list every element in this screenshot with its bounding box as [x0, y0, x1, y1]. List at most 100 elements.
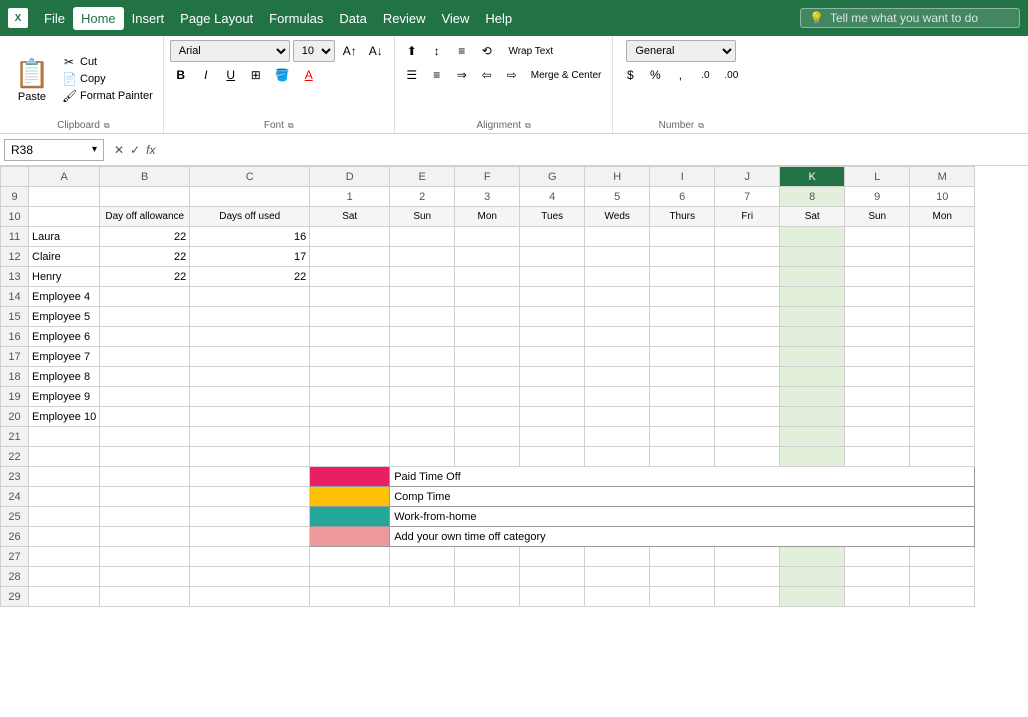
cell-I17[interactable] — [650, 347, 715, 367]
cell-L16[interactable] — [845, 327, 910, 347]
wrap-text-button[interactable]: Wrap Text — [501, 40, 561, 62]
cell-F13[interactable] — [455, 267, 520, 287]
number-expand-icon[interactable]: ⧉ — [698, 121, 704, 131]
cell-B9[interactable] — [100, 187, 190, 207]
cell-E13[interactable] — [390, 267, 455, 287]
cell-G18[interactable] — [520, 367, 585, 387]
cell-H12[interactable] — [585, 247, 650, 267]
cell-A25[interactable] — [29, 507, 100, 527]
cell-M10[interactable]: Mon — [910, 207, 975, 227]
cell-E28[interactable] — [390, 567, 455, 587]
cell-H20[interactable] — [585, 407, 650, 427]
cell-J10[interactable]: Fri — [715, 207, 780, 227]
cell-F20[interactable] — [455, 407, 520, 427]
cell-C19[interactable] — [190, 387, 310, 407]
cell-M27[interactable] — [910, 547, 975, 567]
cell-A27[interactable] — [29, 547, 100, 567]
cell-C28[interactable] — [190, 567, 310, 587]
cell-B19[interactable] — [100, 387, 190, 407]
copy-button[interactable]: 📄 Copy — [58, 71, 157, 87]
cell-M19[interactable] — [910, 387, 975, 407]
cell-L9[interactable]: 9 — [845, 187, 910, 207]
decrease-indent-button[interactable]: ⇦ — [476, 64, 498, 86]
cell-D21[interactable] — [310, 427, 390, 447]
cell-I12[interactable] — [650, 247, 715, 267]
fill-color-button[interactable]: 🪣 — [270, 64, 295, 86]
cell-L14[interactable] — [845, 287, 910, 307]
cell-M22[interactable] — [910, 447, 975, 467]
cell-E11[interactable] — [390, 227, 455, 247]
cell-H9[interactable]: 5 — [585, 187, 650, 207]
cell-K19[interactable] — [780, 387, 845, 407]
menu-review[interactable]: Review — [375, 7, 434, 30]
font-color-button[interactable]: A — [298, 64, 320, 86]
menu-formulas[interactable]: Formulas — [261, 7, 331, 30]
cell-D14[interactable] — [310, 287, 390, 307]
cell-F15[interactable] — [455, 307, 520, 327]
legend-label-2[interactable]: Work-from-home — [390, 507, 975, 527]
menu-page-layout[interactable]: Page Layout — [172, 7, 261, 30]
font-face-select[interactable]: Arial — [170, 40, 290, 62]
col-header-g[interactable]: G — [520, 167, 585, 187]
cell-B16[interactable] — [100, 327, 190, 347]
cell-M21[interactable] — [910, 427, 975, 447]
col-header-h[interactable]: H — [585, 167, 650, 187]
cell-H21[interactable] — [585, 427, 650, 447]
cell-L27[interactable] — [845, 547, 910, 567]
cell-I16[interactable] — [650, 327, 715, 347]
font-size-select[interactable]: 10 — [293, 40, 335, 62]
cell-I15[interactable] — [650, 307, 715, 327]
cell-K22[interactable] — [780, 447, 845, 467]
align-center-button[interactable]: ≡ — [426, 64, 448, 86]
cell-F9[interactable]: 3 — [455, 187, 520, 207]
cell-G15[interactable] — [520, 307, 585, 327]
cell-B15[interactable] — [100, 307, 190, 327]
cell-D19[interactable] — [310, 387, 390, 407]
cell-M28[interactable] — [910, 567, 975, 587]
cell-H29[interactable] — [585, 587, 650, 607]
cell-F22[interactable] — [455, 447, 520, 467]
col-header-m[interactable]: M — [910, 167, 975, 187]
cell-D9[interactable]: 1 — [310, 187, 390, 207]
menu-insert[interactable]: Insert — [124, 7, 173, 30]
cell-C23[interactable] — [190, 467, 310, 487]
legend-label-3[interactable]: Add your own time off category — [390, 527, 975, 547]
cell-M16[interactable] — [910, 327, 975, 347]
cell-E18[interactable] — [390, 367, 455, 387]
percent-button[interactable]: % — [644, 64, 666, 86]
legend-label-0[interactable]: Paid Time Off — [390, 467, 975, 487]
menu-home[interactable]: Home — [73, 7, 124, 30]
cell-I20[interactable] — [650, 407, 715, 427]
cell-K29[interactable] — [780, 587, 845, 607]
cell-I18[interactable] — [650, 367, 715, 387]
underline-button[interactable]: U — [220, 64, 242, 86]
font-decrease-button[interactable]: A↓ — [364, 40, 388, 62]
cell-C21[interactable] — [190, 427, 310, 447]
cell-L19[interactable] — [845, 387, 910, 407]
merge-center-button[interactable]: Merge & Center — [526, 64, 607, 86]
cell-L22[interactable] — [845, 447, 910, 467]
cell-B22[interactable] — [100, 447, 190, 467]
cell-E20[interactable] — [390, 407, 455, 427]
cell-J12[interactable] — [715, 247, 780, 267]
cell-L21[interactable] — [845, 427, 910, 447]
cell-G20[interactable] — [520, 407, 585, 427]
cell-G11[interactable] — [520, 227, 585, 247]
cell-K18[interactable] — [780, 367, 845, 387]
col-header-d[interactable]: D — [310, 167, 390, 187]
cell-J14[interactable] — [715, 287, 780, 307]
cell-G13[interactable] — [520, 267, 585, 287]
cell-E19[interactable] — [390, 387, 455, 407]
borders-button[interactable]: ⊞ — [245, 64, 267, 86]
cell-L17[interactable] — [845, 347, 910, 367]
cell-C26[interactable] — [190, 527, 310, 547]
legend-color-1[interactable] — [310, 487, 390, 507]
cell-B11[interactable]: 22 — [100, 227, 190, 247]
cell-J20[interactable] — [715, 407, 780, 427]
menu-help[interactable]: Help — [477, 7, 520, 30]
col-header-a[interactable]: A — [29, 167, 100, 187]
cell-C15[interactable] — [190, 307, 310, 327]
legend-color-3[interactable] — [310, 527, 390, 547]
cell-G12[interactable] — [520, 247, 585, 267]
cell-F16[interactable] — [455, 327, 520, 347]
